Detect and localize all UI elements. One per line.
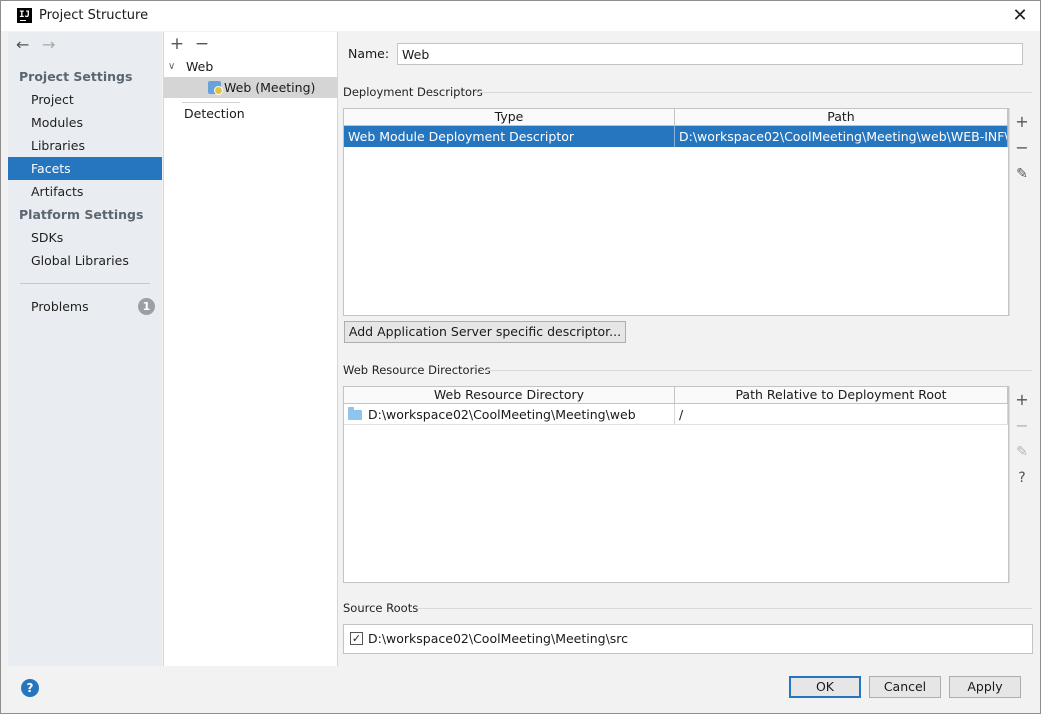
web-facet-icon <box>208 81 223 95</box>
sidebar-item-modules[interactable]: Modules <box>8 111 162 134</box>
remove-descriptor-icon[interactable]: − <box>1010 137 1034 159</box>
column-header-web-resource-directory[interactable]: Web Resource Directory <box>344 387 675 403</box>
web-resource-relative-cell: / <box>675 404 1008 425</box>
close-button[interactable]: ✕ <box>1005 2 1035 30</box>
sidebar-divider <box>20 283 150 284</box>
deployment-descriptors-separator <box>475 92 1032 93</box>
add-descriptor-icon[interactable]: + <box>1010 111 1034 133</box>
source-root-path: D:\workspace02\CoolMeeting\Meeting\src <box>368 631 629 646</box>
deployment-descriptors-table: Type Path Web Module Deployment Descript… <box>343 108 1009 316</box>
descriptor-type-cell: Web Module Deployment Descriptor <box>344 126 675 147</box>
add-server-descriptor-button[interactable]: Add Application Server specific descript… <box>344 321 626 343</box>
web-resource-tools: + − ✎ ? <box>1009 386 1033 583</box>
problems-count-badge: 1 <box>138 298 155 315</box>
edit-descriptor-icon[interactable]: ✎ <box>1010 163 1034 185</box>
web-resource-dir-text: D:\workspace02\CoolMeeting\Meeting\web <box>368 407 636 422</box>
descriptor-tools: + − ✎ <box>1009 108 1033 316</box>
chevron-down-icon[interactable]: ∨ <box>168 56 175 77</box>
facet-name-input[interactable] <box>397 43 1023 65</box>
column-header-relative-path[interactable]: Path Relative to Deployment Root <box>675 387 1008 403</box>
dialog-footer: ? OK Cancel Apply <box>1 666 1040 713</box>
web-resource-dir-cell: D:\workspace02\CoolMeeting\Meeting\web <box>344 404 675 425</box>
title-bar: IJ Project Structure ✕ <box>1 1 1040 31</box>
window-title: Project Structure <box>39 8 149 23</box>
tree-node-web-meeting-label: Web (Meeting) <box>224 80 316 95</box>
facets-tree-panel: + − ∨ Web Web (Meeting) Detection <box>163 32 338 666</box>
project-structure-dialog: IJ Project Structure ✕ ← → Project Setti… <box>0 0 1041 714</box>
name-label: Name: <box>348 46 390 61</box>
source-roots-separator <box>417 608 1032 609</box>
add-facet-icon[interactable]: + <box>168 34 186 54</box>
settings-sidebar: ← → Project Settings Project Modules Lib… <box>8 32 162 666</box>
intellij-app-icon: IJ <box>17 8 32 23</box>
web-resource-directories-label: Web Resource Directories <box>343 363 491 377</box>
table-row[interactable]: D:\workspace02\CoolMeeting\Meeting\web / <box>344 404 1008 425</box>
tree-node-web-label: Web <box>186 59 214 74</box>
source-roots-list: ✓ D:\workspace02\CoolMeeting\Meeting\src <box>343 624 1033 654</box>
back-arrow-icon[interactable]: ← <box>16 37 29 53</box>
apply-button[interactable]: Apply <box>949 676 1021 698</box>
table-row[interactable]: Web Module Deployment Descriptor D:\work… <box>344 126 1008 147</box>
tree-toolbar: + − <box>164 32 337 56</box>
edit-web-resource-icon[interactable]: ✎ <box>1010 441 1034 463</box>
table-header: Type Path <box>344 109 1008 126</box>
tree-node-web[interactable]: ∨ Web <box>164 56 337 77</box>
source-roots-label: Source Roots <box>343 601 419 615</box>
tree-node-web-meeting[interactable]: Web (Meeting) <box>164 77 337 98</box>
sidebar-item-project[interactable]: Project <box>8 88 162 111</box>
help-question-icon[interactable]: ? <box>1010 467 1034 489</box>
help-icon[interactable]: ? <box>21 679 39 697</box>
ok-button[interactable]: OK <box>789 676 861 698</box>
forward-arrow-icon[interactable]: → <box>42 37 55 53</box>
source-root-checkbox[interactable]: ✓ <box>350 632 363 645</box>
sidebar-item-facets[interactable]: Facets <box>8 157 162 180</box>
column-header-path[interactable]: Path <box>675 109 1008 125</box>
cancel-button[interactable]: Cancel <box>869 676 941 698</box>
folder-icon <box>348 407 362 420</box>
facet-details-panel: Name: Deployment Descriptors Type Path W… <box>339 32 1040 666</box>
web-resource-table: Web Resource Directory Path Relative to … <box>343 386 1009 583</box>
web-resource-separator <box>482 370 1032 371</box>
tree-node-detection-label: Detection <box>184 106 245 121</box>
sidebar-item-libraries[interactable]: Libraries <box>8 134 162 157</box>
sidebar-item-sdks[interactable]: SDKs <box>8 226 162 249</box>
descriptor-path-cell: D:\workspace02\CoolMeeting\Meeting\web\W… <box>675 126 1008 147</box>
add-web-resource-icon[interactable]: + <box>1010 389 1034 411</box>
remove-web-resource-icon[interactable]: − <box>1010 415 1034 437</box>
tree-node-detection[interactable]: Detection <box>164 103 337 124</box>
remove-facet-icon[interactable]: − <box>193 34 211 54</box>
detection-separator <box>182 102 240 103</box>
table-header: Web Resource Directory Path Relative to … <box>344 387 1008 404</box>
sidebar-item-global-libraries[interactable]: Global Libraries <box>8 249 162 272</box>
column-header-type[interactable]: Type <box>344 109 675 125</box>
section-platform-settings: Platform Settings <box>19 207 144 222</box>
sidebar-item-artifacts[interactable]: Artifacts <box>8 180 162 203</box>
deployment-descriptors-label: Deployment Descriptors <box>343 85 483 99</box>
section-project-settings: Project Settings <box>19 69 133 84</box>
